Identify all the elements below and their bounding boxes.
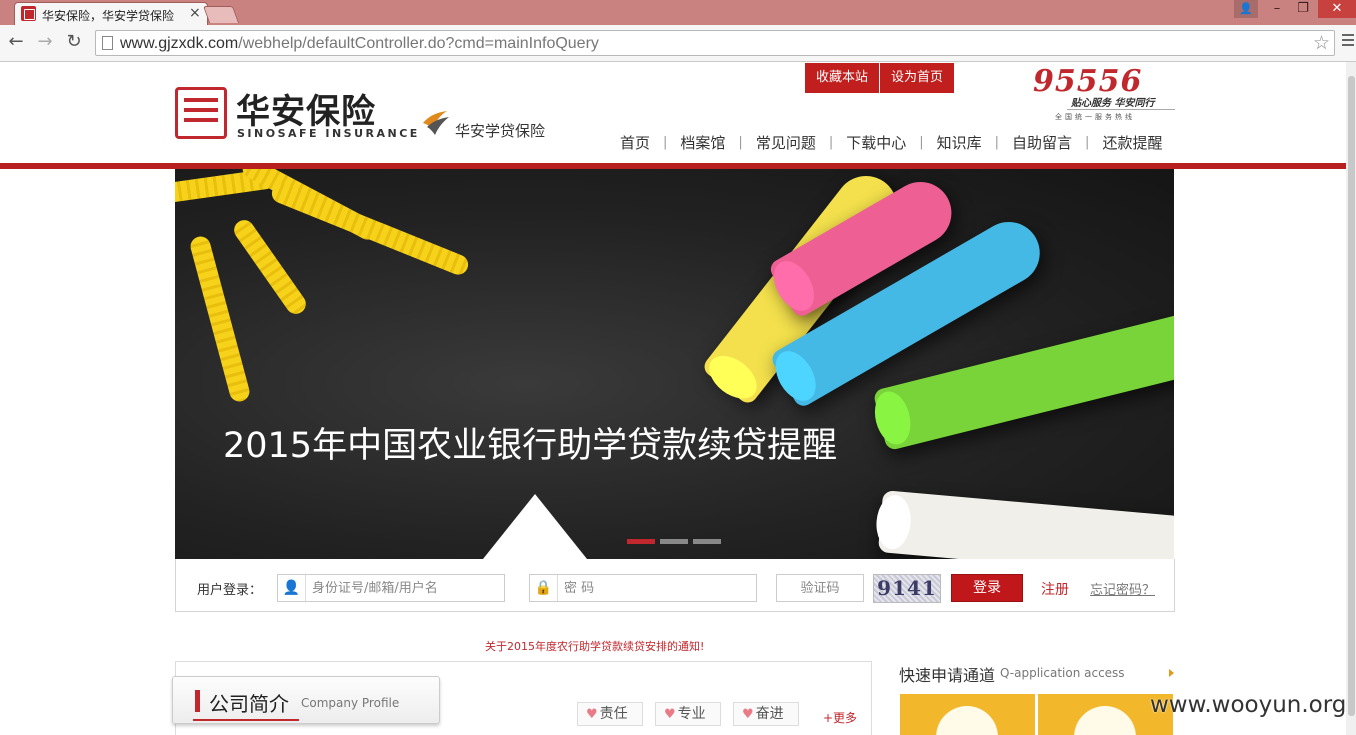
username-field[interactable]: 👤	[277, 574, 505, 602]
sun-ray	[268, 180, 472, 278]
slide-dot[interactable]	[693, 539, 721, 544]
white-chalk	[877, 490, 1174, 559]
scrollbar-thumb[interactable]	[1348, 76, 1355, 716]
login-button[interactable]: 登录	[951, 574, 1023, 602]
top-links: 收藏本站 设为首页	[805, 63, 955, 93]
tag-progress[interactable]: ♥ 奋进	[733, 702, 799, 726]
logo-subtitle: SINOSAFE INSURANCE	[237, 127, 420, 140]
heart-icon: ♥	[664, 707, 676, 722]
nav-separator: |	[738, 135, 743, 150]
user-icon: 👤	[278, 575, 306, 601]
user-profile-icon[interactable]: 👤	[1234, 0, 1258, 18]
nav-repayment-reminder[interactable]: 还款提醒	[1102, 132, 1162, 153]
profile-underline	[193, 719, 299, 721]
quick-access-title: 快速申请通道	[899, 666, 996, 685]
hotline-caption: 全国统一服务热线	[1055, 113, 1135, 121]
browser-menu-icon[interactable]	[1341, 31, 1355, 53]
heart-icon: ♥	[586, 707, 598, 722]
url-text: www.gjzxdk.com/webhelp/defaultController…	[120, 35, 599, 53]
page-icon	[102, 36, 113, 50]
username-input[interactable]	[312, 579, 492, 597]
login-label: 用户登录：	[197, 583, 263, 598]
hotline-badge: 95556 贴心服务 华安同行 全国统一服务热线	[1033, 64, 1178, 122]
sub-brand-name: 华安学贷保险	[455, 122, 546, 140]
banner-notch	[483, 494, 587, 559]
password-input[interactable]	[564, 579, 744, 597]
window-close-button[interactable]: ✕	[1318, 0, 1356, 18]
hero-banner[interactable]: 2015年中国农业银行助学贷款续贷提醒	[175, 169, 1174, 559]
nav-separator: |	[828, 135, 834, 150]
nav-separator: |	[919, 135, 924, 150]
main-nav: 首页 | 档案馆 | 常见问题 | 下载中心 | 知识库 | 自助留言 | 还款提醒	[620, 132, 1162, 153]
nav-home[interactable]: 首页	[620, 132, 650, 153]
set-homepage-link[interactable]: 设为首页	[880, 63, 955, 93]
heart-icon: ♥	[742, 707, 754, 722]
window-restore-button[interactable]: ❐	[1290, 0, 1316, 18]
forgot-password-link[interactable]: 忘记密码？	[1090, 579, 1155, 598]
quick-card[interactable]	[900, 694, 1035, 735]
profile-title: 公司简介	[209, 692, 289, 716]
sun-ray	[188, 234, 252, 404]
nav-separator: |	[663, 135, 668, 150]
login-bar: 用户登录： 👤 🔒 9141 登录 注册 忘记密码？	[175, 559, 1175, 612]
nav-separator: |	[994, 135, 1000, 150]
reload-icon[interactable]: ↻	[63, 31, 85, 53]
bookmark-site-link[interactable]: 收藏本站	[805, 63, 880, 93]
nav-downloads[interactable]: 下载中心	[846, 132, 906, 153]
browser-tab[interactable]: 华安保险，华安学贷保险 ×	[14, 2, 208, 25]
tab-title: 华安保险，华安学贷保险	[42, 9, 175, 23]
site-favicon-icon	[21, 6, 36, 21]
slide-dot[interactable]	[627, 539, 655, 544]
register-link[interactable]: 注册	[1041, 579, 1069, 599]
nav-messages[interactable]: 自助留言	[1012, 132, 1072, 153]
lock-icon: 🔒	[530, 575, 558, 601]
browser-toolbar: ← → ↻ www.gjzxdk.com/webhelp/defaultCont…	[0, 25, 1356, 62]
nav-archive[interactable]: 档案馆	[680, 132, 725, 153]
tab-close-icon[interactable]: ×	[189, 5, 201, 21]
profile-accent-bar	[195, 690, 200, 712]
tag-professional[interactable]: ♥ 专业	[655, 702, 721, 726]
slide-dot[interactable]	[660, 539, 688, 544]
nav-separator: |	[1085, 135, 1090, 150]
tag-label: 责任	[599, 706, 628, 722]
notice-link[interactable]: 关于2015年度农行助学贷款续贷安排的通知!	[485, 638, 704, 654]
tag-label: 奋进	[755, 706, 784, 722]
tag-responsibility[interactable]: ♥ 责任	[577, 702, 643, 726]
quick-access-subtitle: Q-application access	[1000, 666, 1125, 680]
watermark: www.wooyun.org	[1150, 692, 1347, 718]
captcha-field[interactable]	[776, 574, 864, 602]
sun-ray	[230, 216, 310, 318]
nav-faq[interactable]: 常见问题	[756, 132, 816, 153]
url-path: /webhelp/defaultController.do?cmd=mainIn…	[238, 35, 599, 52]
logo-title[interactable]: 华安保险	[236, 84, 376, 133]
profile-subtitle: Company Profile	[301, 696, 400, 710]
nav-knowledge[interactable]: 知识库	[937, 132, 982, 153]
window-minimize-button[interactable]: –	[1264, 0, 1290, 18]
slide-indicators	[627, 539, 726, 544]
address-bar[interactable]: www.gjzxdk.com/webhelp/defaultController…	[95, 30, 1335, 56]
hotline-divider	[1067, 109, 1175, 110]
url-host: www.gjzxdk.com	[120, 35, 239, 52]
arrow-right-icon[interactable]	[1169, 669, 1174, 677]
webpage: 收藏本站 设为首页 华安保险 SINOSAFE INSURANCE 华安学贷保险…	[0, 62, 1356, 735]
profile-tab[interactable]: 公司简介 Company Profile	[172, 676, 440, 724]
sinosafe-logo-icon[interactable]	[175, 87, 227, 139]
password-field[interactable]: 🔒	[529, 574, 757, 602]
more-link[interactable]: +更多	[823, 709, 857, 726]
hotline-slogan: 贴心服务 华安同行	[1071, 98, 1155, 109]
captcha-image[interactable]: 9141	[873, 574, 941, 603]
student-loan-logo-icon	[423, 111, 449, 135]
captcha-input[interactable]	[777, 575, 863, 601]
tag-label: 专业	[677, 706, 706, 722]
back-arrow-icon[interactable]: ←	[5, 31, 27, 53]
banner-caption[interactable]: 2015年中国农业银行助学贷款续贷提醒	[223, 417, 837, 468]
browser-titlebar: 华安保险，华安学贷保险 × 👤 – ❐ ✕	[0, 0, 1356, 25]
new-tab-button[interactable]	[202, 6, 240, 23]
bookmark-star-icon[interactable]: ☆	[1313, 32, 1330, 54]
forward-arrow-icon[interactable]: →	[34, 31, 56, 53]
